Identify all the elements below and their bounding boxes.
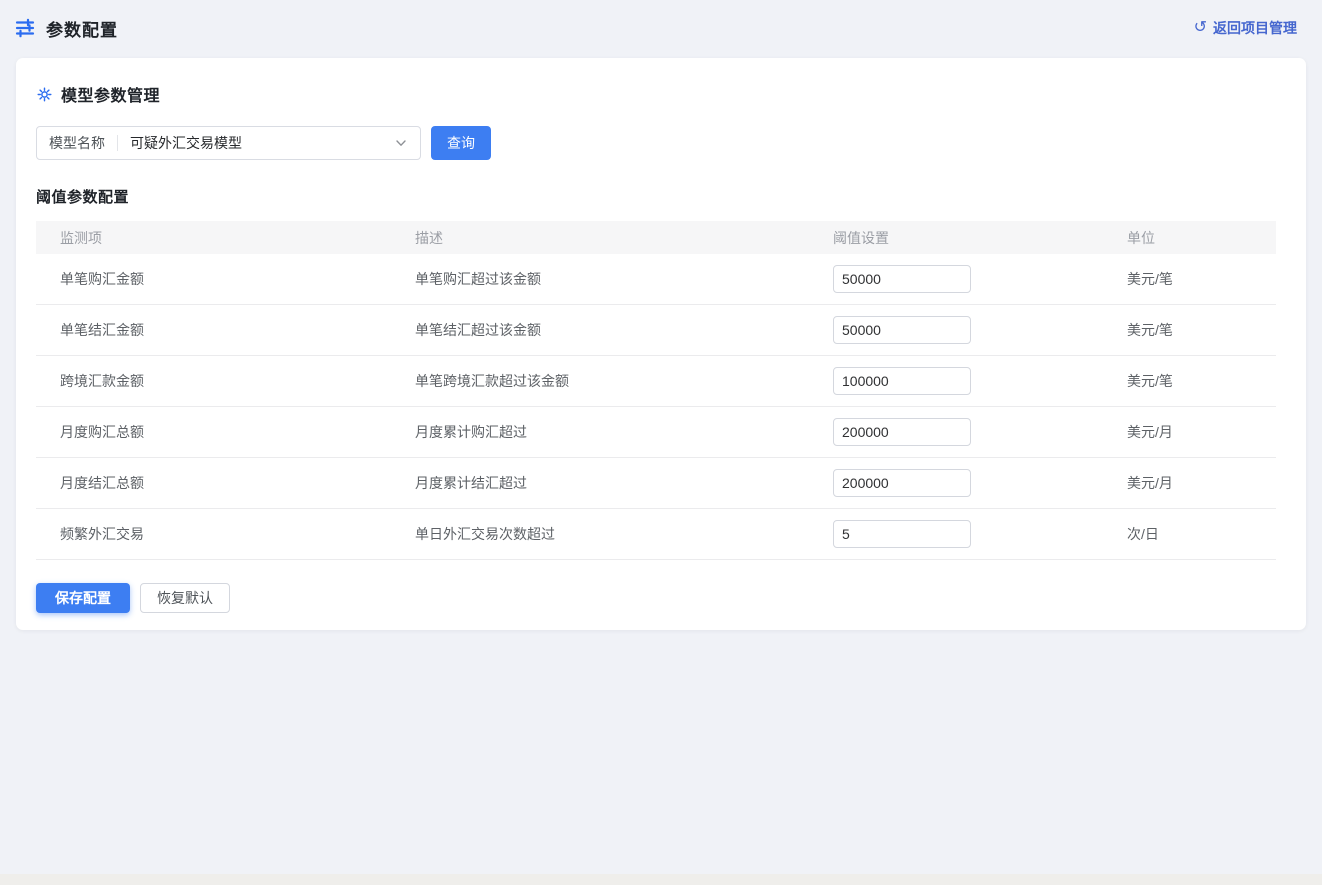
return-arrow-icon: ↺ <box>1194 20 1207 36</box>
col-header-unit: 单位 <box>1127 228 1276 248</box>
threshold-input[interactable] <box>833 316 971 344</box>
monitor-item-cell: 单笔购汇金额 <box>36 269 415 289</box>
monitor-item-cell: 月度结汇总额 <box>36 473 415 493</box>
model-parameter-card: 模型参数管理 模型名称 可疑外汇交易模型 查询 阈值参数配置 监测项 描述 阈值… <box>16 58 1306 630</box>
table-header-row: 监测项 描述 阈值设置 单位 <box>36 221 1276 254</box>
threshold-input[interactable] <box>833 265 971 293</box>
page-title-group: 参数配置 <box>14 16 118 41</box>
select-label: 模型名称 <box>49 133 105 153</box>
select-value: 可疑外汇交易模型 <box>130 133 242 153</box>
sliders-icon <box>14 17 36 39</box>
table-row: 跨境汇款金额 单笔跨境汇款超过该金额 美元/笔 <box>36 356 1276 407</box>
monitor-item-cell: 月度购汇总额 <box>36 422 415 442</box>
gear-icon <box>36 86 53 103</box>
unit-cell: 美元/月 <box>1127 422 1276 442</box>
monitor-item-cell: 单笔结汇金额 <box>36 320 415 340</box>
description-cell: 单笔跨境汇款超过该金额 <box>415 371 833 391</box>
unit-cell: 美元/笔 <box>1127 371 1276 391</box>
select-divider <box>117 135 118 151</box>
chevron-down-icon <box>394 136 408 150</box>
threshold-table-body: 单笔购汇金额 单笔购汇超过该金额 美元/笔 单笔结汇金额 单笔结汇超过该金额 美… <box>36 254 1276 560</box>
table-row: 单笔购汇金额 单笔购汇超过该金额 美元/笔 <box>36 254 1276 305</box>
actions-row: 保存配置 恢复默认 <box>36 583 1286 613</box>
back-link-label: 返回项目管理 <box>1213 18 1297 38</box>
threshold-cell <box>833 367 1127 395</box>
unit-cell: 次/日 <box>1127 524 1276 544</box>
description-cell: 月度累计购汇超过 <box>415 422 833 442</box>
model-name-select[interactable]: 模型名称 可疑外汇交易模型 <box>36 126 421 160</box>
query-button[interactable]: 查询 <box>431 126 491 160</box>
threshold-cell <box>833 469 1127 497</box>
description-cell: 月度累计结汇超过 <box>415 473 833 493</box>
threshold-input[interactable] <box>833 367 971 395</box>
threshold-input[interactable] <box>833 520 971 548</box>
unit-cell: 美元/月 <box>1127 473 1276 493</box>
table-row: 频繁外汇交易 单日外汇交易次数超过 次/日 <box>36 509 1276 560</box>
col-header-threshold: 阈值设置 <box>833 228 1127 248</box>
unit-cell: 美元/笔 <box>1127 320 1276 340</box>
threshold-cell <box>833 418 1127 446</box>
threshold-input[interactable] <box>833 469 971 497</box>
description-cell: 单日外汇交易次数超过 <box>415 524 833 544</box>
col-header-monitor-item: 监测项 <box>36 228 415 248</box>
threshold-cell <box>833 265 1127 293</box>
page-header: 参数配置 ↺ 返回项目管理 <box>0 0 1322 56</box>
table-row: 月度结汇总额 月度累计结汇超过 美元/月 <box>36 458 1276 509</box>
back-to-project-link[interactable]: ↺ 返回项目管理 <box>1194 18 1297 38</box>
save-config-button[interactable]: 保存配置 <box>36 583 130 613</box>
section-title: 模型参数管理 <box>61 82 160 106</box>
threshold-table: 监测项 描述 阈值设置 单位 单笔购汇金额 单笔购汇超过该金额 美元/笔 单笔结… <box>36 221 1276 560</box>
bottom-strip <box>0 874 1322 885</box>
section-title-row: 模型参数管理 <box>36 82 1286 106</box>
unit-cell: 美元/笔 <box>1127 269 1276 289</box>
restore-default-button[interactable]: 恢复默认 <box>140 583 230 613</box>
table-row: 单笔结汇金额 单笔结汇超过该金额 美元/笔 <box>36 305 1276 356</box>
threshold-section-title: 阈值参数配置 <box>36 186 1286 207</box>
query-row: 模型名称 可疑外汇交易模型 查询 <box>36 126 1286 160</box>
threshold-cell <box>833 316 1127 344</box>
col-header-description: 描述 <box>415 228 833 248</box>
monitor-item-cell: 跨境汇款金额 <box>36 371 415 391</box>
threshold-input[interactable] <box>833 418 971 446</box>
threshold-cell <box>833 520 1127 548</box>
page-title: 参数配置 <box>46 16 118 41</box>
table-row: 月度购汇总额 月度累计购汇超过 美元/月 <box>36 407 1276 458</box>
description-cell: 单笔结汇超过该金额 <box>415 320 833 340</box>
monitor-item-cell: 频繁外汇交易 <box>36 524 415 544</box>
description-cell: 单笔购汇超过该金额 <box>415 269 833 289</box>
